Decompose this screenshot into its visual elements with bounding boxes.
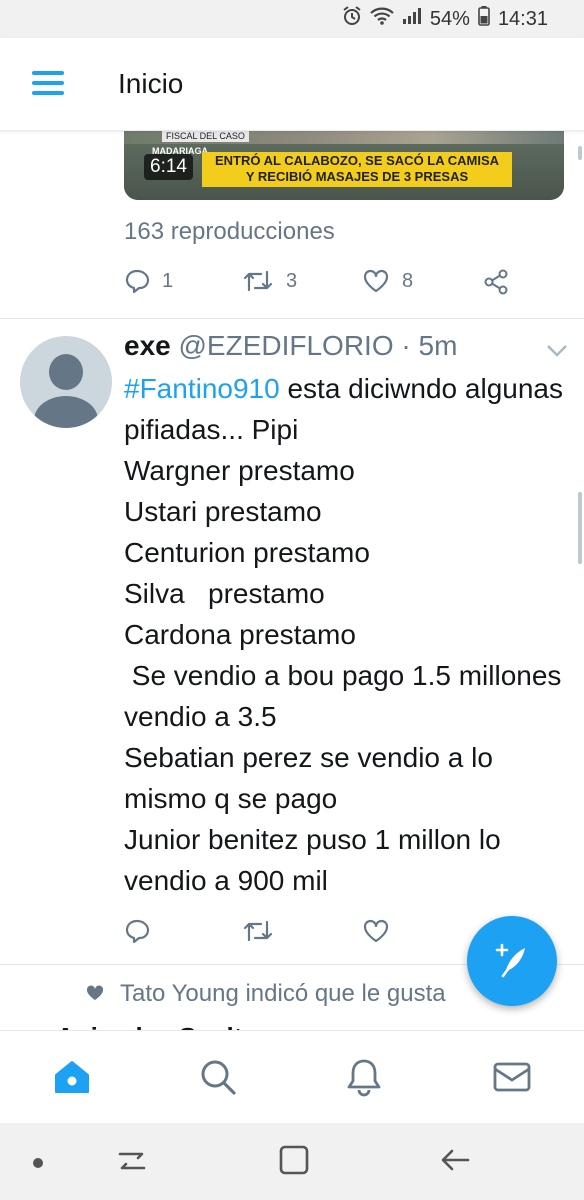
heart-icon — [362, 918, 390, 944]
heart-icon — [362, 268, 390, 294]
retweet-icon — [242, 918, 274, 944]
page-title: Inicio — [118, 68, 184, 99]
home-square-icon[interactable] — [278, 1144, 310, 1181]
search-icon[interactable] — [196, 1055, 240, 1099]
avatar[interactable] — [20, 336, 112, 428]
divider — [0, 318, 584, 319]
bottom-nav — [0, 1030, 584, 1123]
mail-icon[interactable] — [490, 1055, 534, 1099]
battery-percent: 54% — [429, 7, 470, 30]
app-header: Inicio — [0, 38, 584, 131]
reply-count: 1 — [162, 269, 174, 292]
tweet-header: exe @EZEDIFLORIO · 5m — [124, 330, 457, 362]
back-icon[interactable] — [438, 1144, 474, 1181]
battery-icon — [478, 6, 490, 32]
wifi-icon — [370, 7, 394, 31]
view-count: 163 reproducciones — [124, 218, 335, 245]
alarm-icon — [342, 6, 362, 32]
video-player[interactable]: FISCAL DEL CASO MADARIAGA ENTRÓ AL CALAB… — [124, 128, 564, 200]
signal-icon — [402, 7, 422, 31]
heart-filled-icon — [86, 980, 104, 1008]
like-count: 8 — [402, 269, 414, 292]
like-button[interactable] — [362, 918, 390, 944]
video-banner: ENTRÓ AL CALABOZO, SE SACÓ LA CAMISA Y R… — [202, 152, 512, 187]
like-button[interactable]: 8 — [362, 268, 413, 294]
share-icon — [482, 268, 510, 296]
menu-icon[interactable] — [32, 71, 64, 95]
retweet-button[interactable] — [242, 918, 274, 944]
video-banner-line1: ENTRÓ AL CALABOZO, SE SACÓ LA CAMISA — [214, 153, 500, 168]
tweet-text: #Fantino910 esta diciwndo algunas pifiad… — [124, 368, 564, 901]
share-button[interactable] — [482, 268, 510, 296]
retweet-icon — [242, 268, 274, 294]
tweet-time: · 5m — [401, 330, 458, 361]
liked-notice-text: Tato Young indicó que le gusta — [120, 980, 446, 1007]
scrollbar-thumb[interactable] — [578, 492, 582, 564]
system-nav-bar — [0, 1122, 584, 1200]
status-bar: 54% 14:31 — [0, 0, 584, 38]
clock: 14:31 — [497, 7, 548, 30]
scrollbar-marker — [578, 146, 582, 160]
user-handle[interactable]: @EZEDIFLORIO — [179, 330, 394, 361]
video-overlay-caption: FISCAL DEL CASO — [162, 130, 249, 142]
retweet-count: 3 — [286, 269, 298, 292]
chevron-down-icon[interactable] — [546, 344, 568, 363]
dot-icon[interactable] — [32, 1156, 44, 1174]
reply-button[interactable] — [124, 918, 150, 944]
compose-tweet-button[interactable] — [467, 916, 557, 1006]
user-name[interactable]: exe — [124, 330, 171, 361]
reply-icon — [124, 918, 150, 944]
video-duration: 6:14 — [144, 154, 193, 180]
reply-button[interactable]: 1 — [124, 268, 173, 294]
tweet-body: esta diciwndo algunas pifiadas... Pipi W… — [124, 373, 563, 896]
recent-apps-icon[interactable] — [112, 1146, 152, 1181]
home-icon[interactable] — [50, 1055, 94, 1099]
video-banner-line2: Y RECIBIÓ MASAJES DE 3 PRESAS — [245, 169, 469, 184]
retweet-button[interactable]: 3 — [242, 268, 297, 294]
reply-icon — [124, 268, 150, 294]
hashtag-link[interactable]: #Fantino910 — [124, 373, 280, 404]
liked-notice[interactable]: Tato Young indicó que le gusta — [86, 980, 446, 1008]
bell-icon[interactable] — [342, 1055, 386, 1099]
